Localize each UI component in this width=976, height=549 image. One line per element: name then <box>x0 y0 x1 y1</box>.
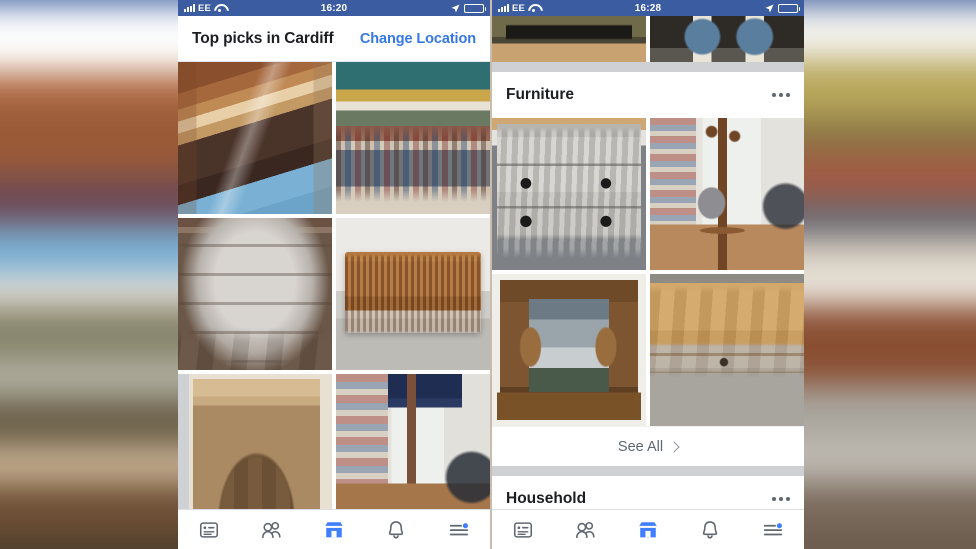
status-bar-clock: 16:20 <box>320 2 348 14</box>
menu-badge-dot <box>461 521 469 529</box>
page-title: Top picks in Cardiff <box>192 29 334 47</box>
tab-marketplace[interactable] <box>314 515 354 545</box>
tab-notifications[interactable] <box>376 515 416 545</box>
tab-news-feed[interactable] <box>503 515 543 545</box>
status-bar: EE 16:28 <box>492 0 804 16</box>
listing-antique-books-shelf[interactable] <box>336 62 490 214</box>
status-bar: EE 16:20 <box>178 0 490 16</box>
menu-badge-dot <box>775 521 783 529</box>
chevron-right-icon <box>668 440 680 453</box>
bottom-tab-bar <box>178 509 490 549</box>
section-header-furniture: Furniture <box>492 72 804 118</box>
more-options-icon[interactable] <box>772 93 790 97</box>
tab-notifications[interactable] <box>690 515 730 545</box>
see-all-label: See All <box>617 438 664 455</box>
bell-icon <box>389 520 404 539</box>
battery-icon <box>778 3 800 13</box>
news-feed-icon <box>514 521 533 538</box>
marketplace-icon <box>325 521 343 537</box>
menu-icon <box>763 521 783 535</box>
furniture-grid <box>492 118 804 426</box>
phone-screenshot-left: EE 16:20 Top picks in Cardiff Change Loc… <box>178 0 490 549</box>
listing-pine-coffee-table[interactable] <box>650 274 804 426</box>
top-picks-grid <box>178 62 490 526</box>
friends-icon <box>575 521 595 538</box>
friends-icon <box>261 521 281 538</box>
listing-grey-distressed-chest[interactable] <box>492 118 646 270</box>
listing-arched-wooden-cabinet[interactable] <box>178 374 332 526</box>
change-location-link[interactable]: Change Location <box>360 31 476 47</box>
tab-news-feed[interactable] <box>189 515 229 545</box>
section-divider <box>492 466 804 476</box>
see-all-link[interactable]: See All <box>492 426 804 466</box>
tab-friends[interactable] <box>566 515 606 545</box>
listing-navy-floor-lamp[interactable] <box>336 374 490 526</box>
marketplace-icon <box>639 521 657 537</box>
tab-friends[interactable] <box>252 515 292 545</box>
more-options-icon[interactable] <box>772 496 790 501</box>
section-divider <box>492 62 804 72</box>
bottom-tab-bar <box>492 509 804 549</box>
listing-wooden-coat-stand[interactable] <box>650 118 804 270</box>
phone-screenshot-right: EE 16:28 Furniture See All Household <box>492 0 804 549</box>
news-feed-icon <box>200 521 219 538</box>
menu-icon <box>449 521 469 535</box>
bell-icon <box>703 520 718 539</box>
listing-wicker-hamper-trunk[interactable] <box>336 218 490 370</box>
listing-wooden-bench-pew[interactable] <box>178 62 332 214</box>
listing-rustic-heart-mirror[interactable] <box>492 274 646 426</box>
previous-section-partial-grid <box>492 16 804 62</box>
section-title: Furniture <box>506 86 575 103</box>
status-bar-clock: 16:28 <box>634 2 662 14</box>
listing-cast-iron-fireplace[interactable] <box>650 16 804 62</box>
battery-icon <box>464 3 486 13</box>
listing-silver-bombe-chest[interactable] <box>178 218 332 370</box>
tab-marketplace[interactable] <box>628 515 668 545</box>
tab-menu[interactable] <box>439 515 479 545</box>
listing-vintage-green-appliance[interactable] <box>492 16 646 62</box>
tab-menu[interactable] <box>753 515 793 545</box>
section-title: Household <box>506 489 587 507</box>
marketplace-header: Top picks in Cardiff Change Location <box>178 16 490 62</box>
